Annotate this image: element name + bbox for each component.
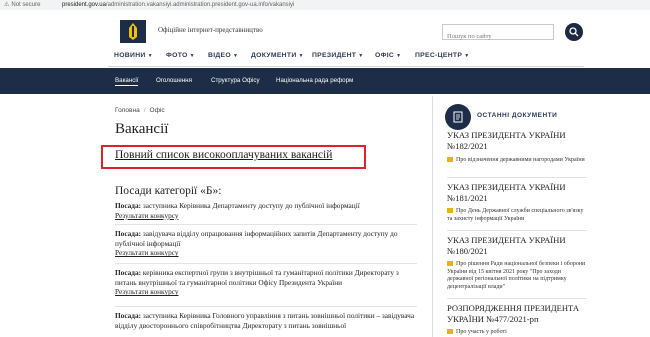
results-link[interactable]: Результати конкурсу <box>115 287 417 297</box>
url-path: /administration.vakansiyi.administration… <box>105 2 295 8</box>
chevron-down-icon: ▼ <box>298 53 304 59</box>
results-link[interactable]: Результати конкурсу <box>115 211 417 221</box>
full-vacancy-list-link[interactable]: Повний список високооплачуваних вакансій <box>115 149 332 161</box>
url-text[interactable]: president.gov.ua/administration.vakansiy… <box>62 0 294 10</box>
search-button[interactable] <box>565 23 583 41</box>
nav-item-president[interactable]: ПРЕЗИДЕНТ ▼ <box>312 52 363 59</box>
vacancy-label: Посада: <box>115 311 142 320</box>
chevron-down-icon: ▼ <box>396 53 402 59</box>
document-description[interactable]: Про День Державної служби спеціального з… <box>447 208 587 223</box>
chevron-down-icon: ▼ <box>189 53 195 59</box>
sidebar-latest-documents: ОСТАННІ ДОКУМЕНТИ УКАЗ ПРЕЗИДЕНТА УКРАЇН… <box>432 96 593 337</box>
breadcrumb-home[interactable]: Головна <box>115 107 140 114</box>
subnav-item-office-structure[interactable]: Структура Офісу <box>211 77 260 84</box>
breadcrumb-separator: / <box>143 107 146 114</box>
sub-navigation: Вакансії Оголошення Структура Офісу Наці… <box>0 68 650 94</box>
section-title: Посади категорії «Б»: <box>115 185 222 197</box>
search-icon <box>569 27 579 37</box>
vacancy-item: Посада: керівника експертної групи з вну… <box>115 268 417 297</box>
document-divider <box>447 298 587 299</box>
document-description[interactable]: Про відзначення державними нагородами Ук… <box>447 157 587 165</box>
vacancy-label: Посада: <box>115 201 142 210</box>
subnav-item-reform-council[interactable]: Національна рада реформ <box>276 77 353 84</box>
nav-item-news[interactable]: НОВИНИ ▼ <box>114 52 153 59</box>
vacancy-item: Посада: заступника Керівника Головного у… <box>115 311 417 330</box>
document-icon <box>453 111 463 123</box>
url-host: president.gov.ua <box>62 2 106 8</box>
vacancy-label: Посада: <box>115 229 142 238</box>
folder-icon <box>447 261 453 267</box>
sidebar-title: ОСТАННІ ДОКУМЕНТИ <box>477 112 558 119</box>
breadcrumb: Головна / Офіс <box>115 107 165 114</box>
document-title[interactable]: УКАЗ ПРЕЗИДЕНТА УКРАЇНИ №180/2021 <box>447 235 587 257</box>
vacancy-text: завідувача відділу опрацювання інформаці… <box>115 229 398 248</box>
search-field[interactable] <box>442 24 555 44</box>
vacancy-item: Посада: заступника Керівника Департамент… <box>115 201 417 220</box>
vacancy-divider <box>115 263 417 264</box>
site-header: Офіційне інтернет-представництво <box>0 10 650 46</box>
document-description[interactable]: Про участь у роботі <box>447 329 587 337</box>
breadcrumb-current[interactable]: Офіс <box>150 107 165 114</box>
folder-icon <box>447 208 453 214</box>
page-title: Вакансії <box>115 121 169 137</box>
vacancy-text: заступника Керівника Департаменту доступ… <box>141 201 360 210</box>
nav-item-office[interactable]: ОФІС ▼ <box>375 52 401 59</box>
subnav-item-announcements[interactable]: Оголошення <box>156 77 192 84</box>
nav-divider <box>108 66 584 67</box>
nav-item-press-center[interactable]: ПРЕС-ЦЕНТР ▼ <box>415 52 469 59</box>
vacancy-divider <box>115 224 417 225</box>
document-title[interactable]: УКАЗ ПРЕЗИДЕНТА УКРАЇНИ №182/2021 <box>447 130 587 152</box>
folder-icon <box>447 157 453 163</box>
document-description[interactable]: Про рішення Ради національної безпеки і … <box>447 261 587 291</box>
nav-item-video[interactable]: ВІДЕО ▼ <box>208 52 238 59</box>
nav-item-photo[interactable]: ФОТО ▼ <box>166 52 195 59</box>
vacancy-item: Посада: завідувача відділу опрацювання і… <box>115 229 417 258</box>
document-divider <box>447 177 587 178</box>
chevron-down-icon: ▼ <box>147 53 153 59</box>
not-secure-indicator[interactable]: ⚠ Not secure <box>4 0 40 10</box>
vacancy-label: Посада: <box>115 268 142 277</box>
vacancy-text: заступника Керівника Головного управлінн… <box>115 311 415 330</box>
chevron-down-icon: ▼ <box>232 53 239 59</box>
warning-icon: ⚠ <box>4 2 10 8</box>
main-navigation: НОВИНИ ▼ ФОТО ▼ ВІДЕО ▼ ДОКУМЕНТИ ▼ ПРЕЗИДЕН… <box>108 42 584 68</box>
site-tagline: Офіційне інтернет-представництво <box>158 26 263 34</box>
chevron-down-icon: ▼ <box>464 53 470 59</box>
subnav-item-vacancies[interactable]: Вакансії <box>115 77 139 86</box>
document-divider <box>447 230 587 231</box>
document-icon-badge <box>445 104 471 130</box>
chevron-down-icon: ▼ <box>358 53 364 59</box>
security-label: Not secure <box>11 2 41 8</box>
folder-icon <box>447 329 453 335</box>
vacancy-text: керівника експертної групи з внутрішньої… <box>115 268 399 287</box>
nav-item-documents[interactable]: ДОКУМЕНТИ ▼ <box>251 52 304 59</box>
document-title[interactable]: РОЗПОРЯДЖЕННЯ ПРЕЗИДЕНТА УКРАЇНИ №477/20… <box>447 303 587 325</box>
document-title[interactable]: УКАЗ ПРЕЗИДЕНТА УКРАЇНИ №181/2021 <box>447 182 587 204</box>
results-link[interactable]: Результати конкурсу <box>115 248 417 258</box>
vacancy-divider <box>115 306 417 307</box>
